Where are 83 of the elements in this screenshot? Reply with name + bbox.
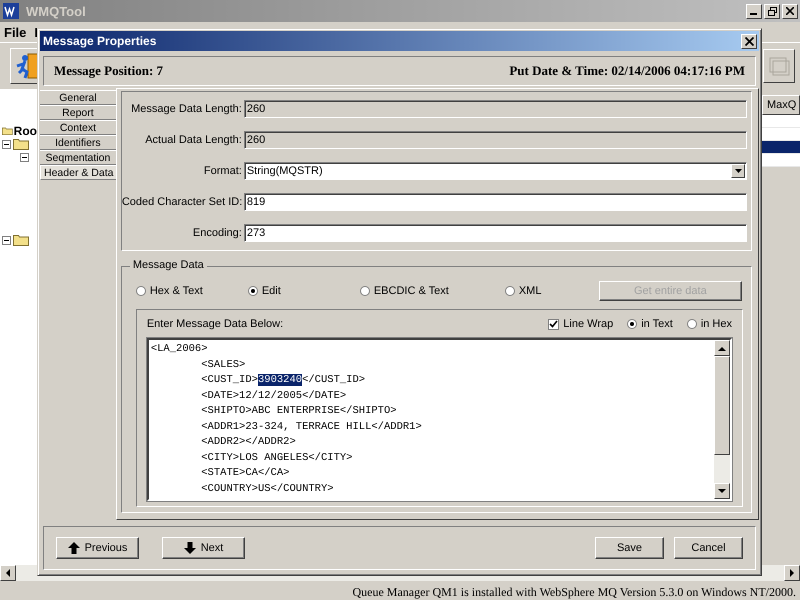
field-label: Coded Character Set ID: [122,196,242,208]
dialog-title: Message Properties [43,34,158,48]
message-editor[interactable] [146,338,732,501]
checkbox[interactable] [548,318,560,330]
code-line: <ADDR1>23-324, TERRACE HILL</ADDR1> [200,420,422,434]
radio-label[interactable]: EBCDIC & Text [374,285,449,297]
status-text: Queue Manager QM1 is installed with WebSphere MQ Version 5.3.0 on Windows NT/2000. [351,584,797,600]
tab[interactable]: Header & Data [40,165,116,180]
down-arrow-icon [184,542,196,554]
close-icon [744,36,754,46]
windows-icon [767,55,791,77]
app-title: WMQTool [26,4,86,18]
collapse-icon[interactable] [20,152,29,162]
collapse-icon[interactable] [2,236,11,244]
code-line: <COUNTRY>US</COUNTRY> [200,482,334,496]
tree-item[interactable]: Roo [14,124,37,138]
radio-label[interactable]: in Hex [700,318,732,330]
code-line: <SALES> [200,358,246,372]
input-field[interactable]: 819 [244,192,747,211]
restore-icon [768,6,776,16]
radio-label[interactable]: in Text [641,318,673,330]
radio-button[interactable] [504,286,515,296]
radio-button[interactable] [248,286,258,296]
left-arrow-icon [5,569,11,577]
group-title: Message Data [130,259,207,271]
up-arrow-icon [718,346,726,350]
field-label: Message Data Length: [130,103,242,116]
tab[interactable]: Report [40,105,116,120]
code-line: <ADDR2></ADDR2> [200,435,296,450]
tab[interactable]: Identifiers [40,135,116,150]
input-field[interactable]: 260 [244,100,747,118]
checkbox-label[interactable]: Line Wrap [563,318,614,330]
down-arrow-icon [718,488,726,494]
menu-item[interactable]: File [4,24,26,40]
toolbar-button[interactable] [763,49,795,83]
code-line: <CUST_ID>3903240</CUST_ID> [200,373,366,388]
radio-button[interactable] [627,319,638,329]
radio-label[interactable]: Edit [262,285,281,297]
app-logo-icon [3,3,19,19]
radio-label[interactable]: Hex & Text [150,285,203,297]
field-label: Encoding: [192,226,242,239]
tab[interactable]: Seqmentation [40,150,116,165]
column-header[interactable]: MaxQ [762,95,800,115]
tab[interactable]: Context [40,120,116,135]
scroll-left-button[interactable] [0,565,16,581]
up-arrow-icon [68,542,80,554]
code-line: <STATE>CA</CA> [200,466,290,481]
field-label: Format: [202,164,242,177]
code-line: <DATE>12/12/2005</DATE> [200,388,346,404]
dialog-button[interactable]: Previous [56,537,139,559]
dropdown[interactable]: String(MQSTR) [244,162,747,180]
dialog-button[interactable]: Save [595,537,664,559]
right-arrow-icon [789,569,795,577]
list-row[interactable] [762,141,800,154]
minimize-button[interactable] [746,4,762,18]
dropdown-arrow-icon [734,168,742,173]
scroll-right-button[interactable] [784,565,800,581]
collapse-icon[interactable] [2,140,11,148]
close-icon [786,7,794,15]
radio-button[interactable] [360,286,370,296]
put-date-time: Put Date & Time: 02/14/2006 04:17:16 PM [509,63,745,79]
menu-item[interactable]: I [34,24,38,40]
close-button[interactable] [741,34,757,48]
scroll-up-button[interactable] [714,340,730,356]
close-button[interactable] [782,4,798,18]
scrollbar-thumb[interactable] [714,356,730,456]
field-label: Actual Data Length: [144,134,242,146]
code-line: <SHIPTO>ABC ENTERPRISE</SHIPTO> [200,404,397,419]
folder-icon [13,234,29,246]
radio-label[interactable]: XML [518,285,542,297]
code-line: <CITY>LOS ANGELES</CITY> [200,450,352,466]
radio-button[interactable] [136,286,146,296]
code-line: <LA_2006> [150,342,208,357]
restore-button[interactable] [764,4,780,18]
message-position: Message Position: 7 [54,63,164,79]
dialog-button[interactable]: Next [162,537,245,559]
radio-button[interactable] [686,319,697,329]
tab[interactable]: General [40,90,116,105]
input-field[interactable]: 273 [244,224,747,242]
input-field[interactable]: 260 [244,131,747,150]
dialog-button[interactable]: Cancel [674,537,743,559]
editor-label: Enter Message Data Below: [146,318,284,330]
scroll-down-button[interactable] [714,483,730,499]
